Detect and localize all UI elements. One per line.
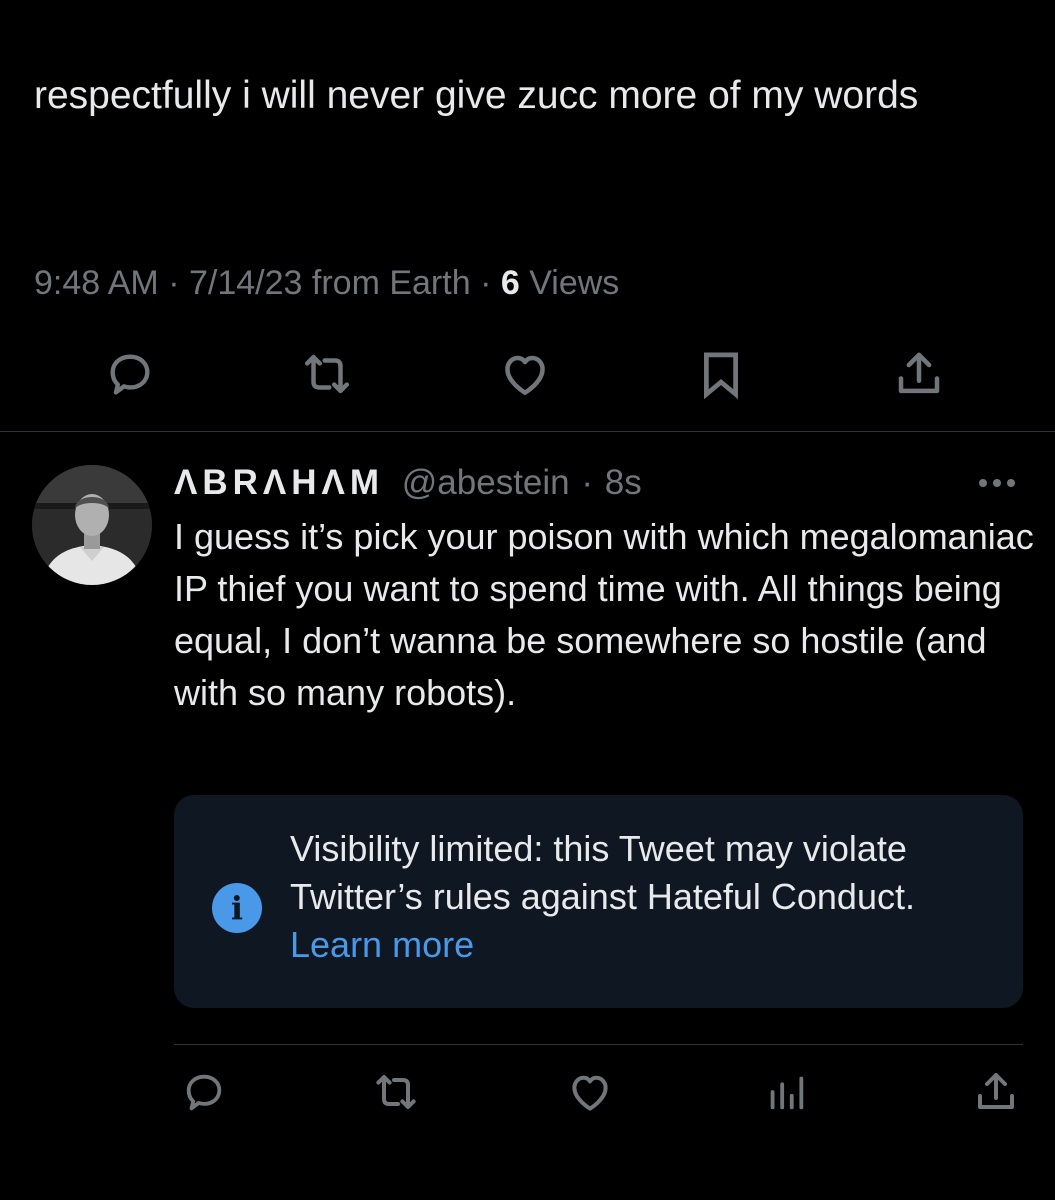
retweet-icon [304,354,350,394]
tweet-date[interactable]: 7/14/23 [189,264,302,302]
reply-button[interactable] [100,344,160,404]
analytics-icon [770,1076,804,1110]
like-button[interactable] [564,1066,616,1118]
share-icon [978,1073,1014,1109]
main-tweet-text: respectfully i will never give zucc more… [34,74,919,117]
tweet-time[interactable]: 9:48 AM [34,264,159,302]
retweet-icon [376,1075,416,1109]
bookmark-button[interactable] [691,344,751,404]
avatar-photo [32,465,152,585]
like-icon [505,355,545,395]
visibility-notice: i Visibility limited: this Tweet may vio… [174,795,1023,1008]
tweet-meta: 9:48 AM · 7/14/23 from Earth · 6 Views [34,258,619,308]
retweet-button[interactable] [297,344,357,404]
notice-message: Visibility limited: this Tweet may viola… [290,828,915,917]
reply-button[interactable] [178,1066,230,1118]
reply-text: I guess it’s pick your poison with which… [174,516,1034,713]
bookmark-icon [704,352,738,400]
like-icon [572,1075,608,1111]
user-handle[interactable]: @abestein [402,463,570,502]
reply-icon [186,1074,222,1111]
display-name[interactable]: ΛBRΛHΛM [174,463,384,502]
views-label: Views [529,264,620,302]
meta-separator: · [480,264,492,302]
section-divider [0,431,1055,432]
more-options-button[interactable] [972,466,1022,500]
tweet-source: from Earth [311,264,471,302]
reply-divider [174,1044,1023,1045]
notice-text-block: Visibility limited: this Tweet may viola… [290,825,990,969]
retweet-button[interactable] [370,1066,422,1118]
learn-more-link[interactable]: Learn more [290,924,474,965]
analytics-button[interactable] [760,1066,812,1118]
main-tweet-action-bar [0,344,1055,404]
share-button[interactable] [889,344,949,404]
share-button[interactable] [970,1066,1022,1118]
more-icon [979,479,1015,487]
reply-timestamp[interactable]: 8s [605,463,642,502]
reply-icon [110,354,150,395]
like-button[interactable] [495,344,555,404]
info-icon: i [212,883,262,933]
avatar[interactable] [32,465,152,585]
share-icon [898,352,940,394]
header-separator: · [581,463,594,502]
meta-separator: · [168,264,180,302]
reply-header: ΛBRΛHΛM @abestein · 8s [174,458,642,508]
views-count: 6 [500,264,520,302]
